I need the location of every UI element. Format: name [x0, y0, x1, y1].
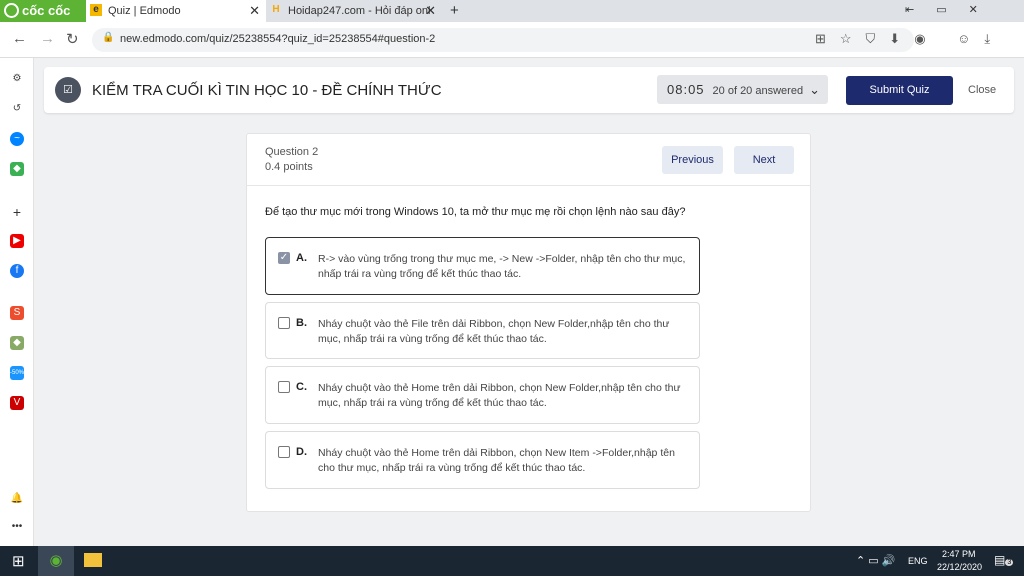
messenger-icon[interactable]: ~	[10, 132, 24, 146]
tiki-icon[interactable]: -50%	[10, 366, 24, 380]
clock-date[interactable]: 22/12/2020	[937, 562, 982, 572]
hoidap-icon: H	[272, 4, 280, 15]
question-header: Question 2 0.4 points Previous Next	[247, 134, 810, 186]
checkbox-icon[interactable]	[278, 381, 290, 393]
tab-bar: cốc cốc e Quiz | Edmodo ✕ H Hoidap247.com -…	[0, 0, 1024, 22]
notification-count: 3	[1005, 559, 1014, 566]
close-tab-icon[interactable]: ✕	[249, 3, 260, 19]
progress-dropdown[interactable]: 08:05 20 of 20 answered ⌄	[657, 75, 828, 104]
tray-icons[interactable]: ⌃ ▭ 🔊	[856, 554, 895, 567]
checkbox-checked-icon[interactable]: ✓	[278, 252, 290, 264]
tab-title: Hoidap247.com - Hỏi đáp onl	[288, 5, 431, 17]
file-explorer-icon[interactable]	[84, 553, 102, 567]
app-icon[interactable]: ◆	[10, 336, 24, 350]
youtube-icon[interactable]: ▶	[10, 234, 24, 248]
close-tab-icon[interactable]: ✕	[425, 3, 436, 19]
tab-hoidap[interactable]: H Hoidap247.com - Hỏi đáp onl ✕	[266, 0, 442, 22]
toolbar-icons[interactable]: ⊞☆⛉⬇◉ ☺⤓	[815, 31, 1004, 47]
forward-icon[interactable]: →	[40, 30, 55, 47]
more-icon[interactable]: •••	[10, 520, 24, 534]
checkbox-icon[interactable]	[278, 317, 290, 329]
option-letter: C.	[296, 381, 307, 393]
submit-quiz-button[interactable]: Submit Quiz	[846, 76, 953, 105]
checkbox-icon[interactable]	[278, 446, 290, 458]
facebook-icon[interactable]: f	[10, 264, 24, 278]
timer: 08:05	[667, 82, 705, 97]
back-icon[interactable]: ←	[12, 30, 27, 47]
close-button[interactable]: Close	[968, 84, 996, 96]
tab-title: Quiz | Edmodo	[108, 5, 181, 17]
url-text: new.edmodo.com/quiz/25238554?quiz_id=252…	[120, 33, 436, 45]
clock-time[interactable]: 2:47 PM	[942, 549, 976, 559]
new-tab-button[interactable]: +	[450, 2, 459, 19]
option-text: Nháy chuột vào thẻ Home trên dải Ribbon,…	[318, 447, 675, 474]
settings-icon[interactable]: ⚙	[10, 72, 24, 86]
game-icon[interactable]: ◆	[10, 162, 24, 176]
next-button[interactable]: Next	[734, 146, 794, 174]
previous-button[interactable]: Previous	[662, 146, 723, 174]
windows-start-icon[interactable]: ⊞	[12, 552, 25, 570]
answered-count: 20 of 20 answered	[712, 85, 804, 97]
sidebar: ⚙ ↺ ~ ◆ + ▶ f S ◆ -50% V 🔔 •••	[0, 58, 34, 546]
edmodo-icon: e	[90, 4, 102, 16]
option-text: Nháy chuột vào thẻ Home trên dải Ribbon,…	[318, 382, 681, 409]
notifications-icon[interactable]: ▤ 3	[994, 553, 1014, 567]
coccoc-taskbar-icon[interactable]: ◉	[38, 546, 74, 576]
answer-option-a[interactable]: ✓ A. R-> vào vùng trống trong thư mục me, …	[265, 237, 700, 295]
shopee-icon[interactable]: S	[10, 306, 24, 320]
answer-option-b[interactable]: B. Nháy chuột vào thẻ File trên dải Ribbo…	[265, 302, 700, 359]
taskbar: ⊞ ◉ ⌃ ▭ 🔊 ENG 2:47 PM 22/12/2020 ▤ 3	[0, 546, 1024, 576]
coccoc-menu-button[interactable]: cốc cốc	[0, 0, 86, 22]
option-text: Nháy chuột vào thẻ File trên dải Ribbon,…	[318, 318, 670, 345]
quiz-icon: ☑	[55, 77, 81, 103]
option-letter: A.	[296, 252, 307, 264]
quiz-title: KIỂM TRA CUỐI KÌ TIN HỌC 10 - ĐỀ CHÍNH T…	[92, 82, 442, 99]
question-card: Question 2 0.4 points Previous Next Để t…	[246, 133, 811, 512]
url-input[interactable]: 🔒 new.edmodo.com/quiz/25238554?quiz_id=25…	[92, 28, 914, 52]
answer-option-c[interactable]: C. Nháy chuột vào thẻ Home trên dải Ribbo…	[265, 366, 700, 424]
question-label: Question 2	[265, 146, 319, 158]
bell-icon[interactable]: 🔔	[10, 492, 24, 506]
answer-option-d[interactable]: D. Nháy chuột vào thẻ Home trên dải Ribbo…	[265, 431, 700, 489]
question-prompt: Để tạo thư mục mới trong Windows 10, ta …	[265, 206, 686, 218]
add-icon[interactable]: +	[10, 205, 24, 219]
history-icon[interactable]: ↺	[10, 102, 24, 116]
question-points: 0.4 points	[265, 161, 313, 173]
quiz-header: ☑ KIỂM TRA CUỐI KÌ TIN HỌC 10 - ĐỀ CHÍNH…	[44, 67, 1014, 113]
lock-icon: 🔒	[102, 32, 115, 43]
language-indicator[interactable]: ENG	[908, 556, 928, 566]
option-letter: B.	[296, 317, 307, 329]
app-icon[interactable]: V	[10, 396, 24, 410]
window-controls[interactable]: ⇤▭✕	[905, 3, 1000, 16]
option-letter: D.	[296, 446, 307, 458]
chevron-down-icon: ⌄	[809, 82, 820, 97]
coccoc-logo-icon	[4, 3, 19, 18]
brand-label: cốc cốc	[22, 3, 71, 18]
tab-quiz[interactable]: e Quiz | Edmodo ✕	[86, 0, 266, 22]
option-text: R-> vào vùng trống trong thư mục me, -> …	[318, 253, 686, 280]
reload-icon[interactable]: ↻	[66, 30, 79, 48]
